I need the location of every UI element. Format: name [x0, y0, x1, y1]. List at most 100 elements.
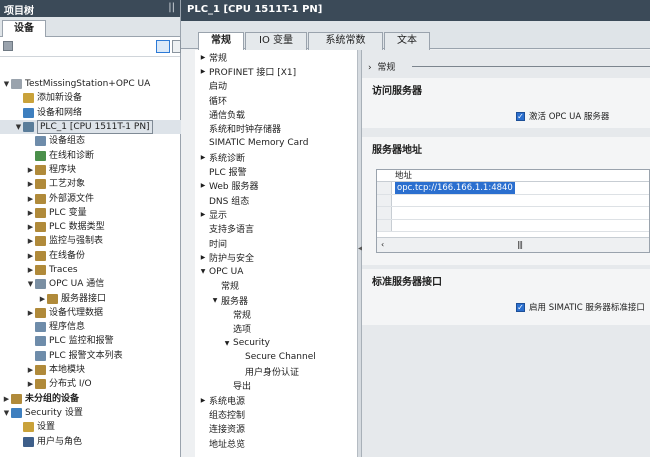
tree-item[interactable]: ▶ PLC 变量 [0, 206, 181, 220]
collapsed-arrow-icon[interactable]: ▶ [26, 309, 35, 317]
nav-item[interactable]: 循环 [195, 93, 357, 107]
tree-item[interactable]: ▶ 程序块 [0, 163, 181, 177]
collapsed-arrow-icon[interactable]: ▶ [199, 182, 207, 189]
tree-item[interactable]: ▼ PLC_1 [CPU 1511T-1 PN] [0, 119, 181, 135]
expanded-arrow-icon[interactable]: ▼ [2, 409, 11, 417]
collapsed-arrow-icon[interactable]: ▶ [26, 209, 35, 217]
tree-item[interactable]: 在线和诊断 [0, 148, 181, 162]
table-row[interactable] [377, 219, 649, 232]
table-row[interactable]: opc.tcp://166.166.1.1:4840 [377, 182, 649, 195]
nav-item[interactable]: ▶ 系统电源 [195, 393, 357, 407]
tree-item[interactable]: 程序信息 [0, 320, 181, 334]
row-header[interactable] [377, 182, 392, 194]
expanded-arrow-icon[interactable]: ▼ [2, 80, 11, 88]
nav-item[interactable]: SIMATIC Memory Card [195, 136, 357, 150]
network-view-icon[interactable] [3, 41, 13, 51]
tree-item[interactable]: 设备组态 [0, 134, 181, 148]
scroll-left-icon[interactable]: ‹ [381, 240, 384, 249]
expanded-arrow-icon[interactable]: ▼ [211, 297, 219, 304]
nav-item[interactable]: 系统和时钟存储器 [195, 121, 357, 135]
expanded-arrow-icon[interactable]: ▼ [14, 123, 23, 131]
collapsed-arrow-icon[interactable]: ▶ [26, 180, 35, 188]
address-column-header[interactable]: 地址 [377, 170, 649, 182]
collapsed-arrow-icon[interactable]: ▶ [38, 295, 47, 303]
nav-item[interactable]: ▶ PROFINET 接口 [X1] [195, 64, 357, 78]
tree-item[interactable]: ▶ 工艺对象 [0, 177, 181, 191]
tree-item[interactable]: ▶ 未分组的设备 [0, 392, 181, 406]
expanded-arrow-icon[interactable]: ▼ [26, 280, 35, 288]
enable-standard-interface-option[interactable]: ✓ 启用 SIMATIC 服务器标准接口 [516, 301, 645, 313]
tab-io-tags[interactable]: IO 变量 [245, 32, 307, 50]
expanded-arrow-icon[interactable]: ▼ [223, 340, 231, 347]
row-header[interactable] [377, 207, 392, 219]
nav-item[interactable]: 常规 [195, 307, 357, 321]
activate-opcua-option[interactable]: ✓ 激活 OPC UA 服务器 [516, 110, 609, 122]
nav-item[interactable]: Secure Channel [195, 350, 357, 364]
tree-item[interactable]: 设置 [0, 420, 181, 434]
collapsed-arrow-icon[interactable]: ▶ [26, 252, 35, 260]
nav-item[interactable]: ▶ 显示 [195, 207, 357, 221]
activate-opcua-checkbox[interactable]: ✓ [516, 111, 525, 121]
nav-item[interactable]: 连接资源 [195, 422, 357, 436]
collapsed-arrow-icon[interactable]: ▶ [199, 68, 207, 75]
nav-item[interactable]: 支持多语言 [195, 222, 357, 236]
tab-system-constants[interactable]: 系统常数 [308, 32, 383, 50]
nav-item[interactable]: 时间 [195, 236, 357, 250]
nav-item[interactable]: ▶ Web 服务器 [195, 179, 357, 193]
tree-item[interactable]: 用户与角色 [0, 434, 181, 448]
collapsed-arrow-icon[interactable]: ▶ [26, 380, 35, 388]
enable-standard-interface-checkbox[interactable]: ✓ [516, 302, 525, 312]
tree-item[interactable]: ▶ 监控与强制表 [0, 234, 181, 248]
nav-item[interactable]: ▼ Security [195, 336, 357, 350]
row-header[interactable] [377, 194, 392, 206]
tree-item[interactable]: ▼ Security 设置 [0, 406, 181, 420]
nav-item[interactable]: ▶ 常规 [195, 50, 357, 64]
nav-item[interactable]: 组态控制 [195, 407, 357, 421]
tree-item[interactable]: ▶ 外部源文件 [0, 191, 181, 205]
row-header[interactable] [377, 219, 392, 231]
collapsed-arrow-icon[interactable]: ▶ [26, 195, 35, 203]
tree-item[interactable]: ▶ 服务器接口 [0, 291, 181, 305]
list-view-icon[interactable] [172, 40, 181, 53]
tree-item[interactable]: ▼ OPC UA 通信 [0, 277, 181, 291]
nav-item[interactable]: ▼ OPC UA [195, 264, 357, 278]
tree-item[interactable]: PLC 监控和报警 [0, 334, 181, 348]
collapsed-arrow-icon[interactable]: ▶ [2, 395, 11, 403]
tree-item[interactable]: 添加新设备 [0, 91, 181, 105]
tree-item[interactable]: ▶ Traces [0, 263, 181, 277]
collapsed-arrow-icon[interactable]: ▶ [26, 223, 35, 231]
collapsed-arrow-icon[interactable]: ▶ [26, 266, 35, 274]
nav-item[interactable]: 常规 [195, 279, 357, 293]
horizontal-scrollbar[interactable]: ‹ ||| [377, 237, 649, 252]
tree-item[interactable]: ▶ 分布式 I/O [0, 377, 181, 391]
pin-icon[interactable]: || [168, 2, 175, 13]
tree-item[interactable]: ▶ 在线备份 [0, 249, 181, 263]
nav-item[interactable]: 启动 [195, 79, 357, 93]
nav-item[interactable]: DNS 组态 [195, 193, 357, 207]
collapsed-arrow-icon[interactable]: ▶ [199, 397, 207, 404]
collapsed-arrow-icon[interactable]: ▶ [199, 254, 207, 261]
nav-item[interactable]: 用户身份认证 [195, 365, 357, 379]
server-address-table[interactable]: 地址 opc.tcp://166.166.1.1:4840 ‹ ||| [376, 169, 650, 253]
table-row[interactable] [377, 194, 649, 207]
tab-texts[interactable]: 文本 [384, 32, 430, 50]
nav-item[interactable]: 地址总览 [195, 436, 357, 450]
tab-devices[interactable]: 设备 [2, 20, 46, 38]
collapsed-arrow-icon[interactable]: ▶ [199, 154, 207, 161]
tree-item[interactable]: PLC 报警文本列表 [0, 349, 181, 363]
tree-item[interactable]: ▶ 设备代理数据 [0, 306, 181, 320]
tree-item[interactable]: ▼ TestMissingStation+OPC UA [0, 77, 181, 91]
nav-item[interactable]: PLC 报警 [195, 164, 357, 178]
collapsed-arrow-icon[interactable]: ▶ [199, 54, 207, 61]
collapsed-arrow-icon[interactable]: ▶ [26, 237, 35, 245]
address-value-cell[interactable]: opc.tcp://166.166.1.1:4840 [395, 182, 515, 194]
expanded-arrow-icon[interactable]: ▼ [199, 268, 207, 275]
grid-view-icon[interactable] [156, 40, 170, 53]
collapsed-arrow-icon[interactable]: ▶ [26, 366, 35, 374]
tab-general[interactable]: 常规 [198, 32, 244, 51]
collapsed-arrow-icon[interactable]: ▶ [199, 211, 207, 218]
tree-item[interactable]: 设备和网络 [0, 106, 181, 120]
scroll-thumb-grip-icon[interactable]: ||| [517, 240, 523, 249]
tree-item[interactable]: ▶ 本地模块 [0, 363, 181, 377]
nav-item[interactable]: ▶ 系统诊断 [195, 150, 357, 164]
